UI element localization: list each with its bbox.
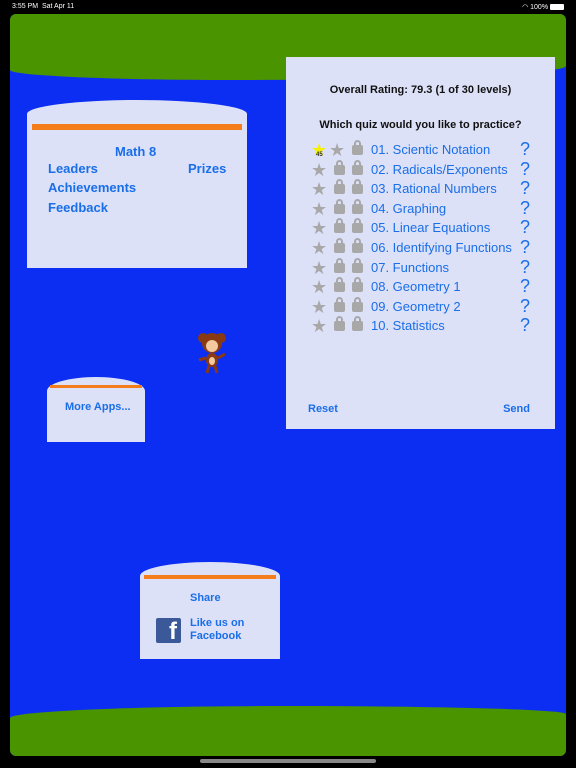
- achievements-link[interactable]: Achievements: [48, 180, 136, 195]
- lock-icon: [352, 316, 363, 332]
- help-icon[interactable]: ?: [520, 296, 530, 317]
- help-icon[interactable]: ?: [520, 198, 530, 219]
- lock-icon: [334, 198, 345, 214]
- lock-icon: [334, 218, 345, 234]
- lock-icon: [334, 296, 345, 312]
- lock-icon: [352, 277, 363, 293]
- orange-bar: [50, 385, 142, 388]
- quiz-row[interactable]: ★ 03. Rational Numbers?: [286, 178, 555, 200]
- star-icon: ★ 45: [311, 141, 327, 159]
- star-icon: ★: [311, 159, 328, 180]
- quiz-row[interactable]: ★ 06. Identifying Functions?: [286, 237, 555, 258]
- quiz-name[interactable]: 06. Identifying Functions: [371, 240, 512, 255]
- grass-bottom: [10, 706, 566, 756]
- home-indicator[interactable]: [200, 759, 376, 763]
- lock-icon: [334, 277, 345, 293]
- orange-bar: [144, 575, 276, 579]
- monkey-character: [198, 333, 226, 374]
- quiz-name[interactable]: 07. Functions: [371, 260, 449, 275]
- menu-title: Math 8: [115, 144, 157, 159]
- status-time: 3:55 PM: [12, 3, 39, 10]
- help-icon[interactable]: ?: [520, 315, 530, 336]
- lock-icon: [352, 257, 363, 273]
- lock-icon: [352, 198, 363, 214]
- star-icon: ★: [311, 198, 328, 219]
- help-icon[interactable]: ?: [520, 257, 530, 278]
- lock-icon: [334, 257, 345, 273]
- prizes-link[interactable]: Prizes: [188, 161, 226, 176]
- quiz-name[interactable]: 02. Radicals/Exponents: [371, 162, 508, 177]
- help-icon[interactable]: ?: [520, 178, 530, 199]
- share-label: Share: [190, 592, 221, 604]
- lock-icon: [334, 316, 345, 332]
- quiz-prompt: Which quiz would you like to practice?: [319, 119, 522, 131]
- quiz-row[interactable]: ★ 08. Geometry 1?: [286, 276, 555, 298]
- help-icon[interactable]: ?: [520, 139, 530, 160]
- quiz-row[interactable]: ★ 04. Graphing?: [286, 198, 555, 219]
- help-icon[interactable]: ?: [520, 237, 530, 258]
- help-icon[interactable]: ?: [520, 276, 530, 297]
- share-card: Share f Like us on Facebook: [140, 562, 280, 659]
- star-icon: ★: [329, 140, 346, 160]
- lock-icon: [352, 238, 363, 253]
- help-icon[interactable]: ?: [520, 217, 530, 238]
- quiz-row[interactable]: ★ 02. Radicals/Exponents?: [286, 159, 555, 180]
- star-icon: ★: [311, 296, 328, 317]
- battery-level: 100%: [530, 4, 549, 11]
- lock-icon: [334, 179, 345, 195]
- quiz-name[interactable]: 08. Geometry 1: [371, 279, 461, 294]
- main-menu-card: Math 8 Leaders Prizes Achievements Feedb…: [27, 100, 247, 268]
- lock-icon: [352, 179, 363, 195]
- wifi-icon: ◠: [522, 4, 529, 11]
- star-icon: ★: [311, 238, 328, 258]
- lock-icon: [334, 238, 345, 253]
- more-apps-card: More Apps...: [47, 377, 145, 442]
- lock-icon: [352, 296, 363, 312]
- leaders-link[interactable]: Leaders: [48, 161, 98, 176]
- star-icon: ★: [311, 179, 328, 200]
- quiz-row[interactable]: ★ 09. Geometry 2?: [286, 296, 555, 317]
- lock-icon: [352, 140, 363, 155]
- star-icon: ★: [311, 257, 328, 278]
- battery-icon: [550, 4, 564, 11]
- quiz-name[interactable]: 10. Statistics: [371, 318, 445, 333]
- reset-button[interactable]: Reset: [308, 403, 338, 415]
- more-apps-link[interactable]: More Apps...: [65, 401, 131, 413]
- lock-icon: [352, 218, 363, 234]
- quiz-panel: Overall Rating: 79.3 (1 of 30 levels) Wh…: [286, 57, 555, 429]
- overall-rating: Overall Rating: 79.3 (1 of 30 levels): [329, 84, 512, 96]
- quiz-name[interactable]: 01. Scientic Notation: [371, 142, 490, 157]
- orange-bar: [32, 124, 242, 130]
- status-date: Sat Apr 11: [41, 3, 75, 10]
- feedback-link[interactable]: Feedback: [48, 200, 108, 215]
- quiz-row[interactable]: ★ 07. Functions?: [286, 257, 555, 278]
- facebook-icon[interactable]: f: [156, 618, 181, 643]
- help-icon[interactable]: ?: [520, 159, 530, 180]
- facebook-link[interactable]: Like us on Facebook: [190, 617, 260, 643]
- lock-icon: [352, 159, 363, 175]
- star-icon: ★: [311, 218, 328, 239]
- lock-icon: [334, 159, 345, 175]
- quiz-row[interactable]: ★ 05. Linear Equations?: [286, 217, 555, 239]
- status-bar: 3:55 PM Sat Apr 11 ◠ 100%: [0, 0, 576, 13]
- quiz-name[interactable]: 05. Linear Equations: [371, 220, 490, 235]
- quiz-row[interactable]: ★ 45 ★ 01. Scientic Notation?: [286, 139, 555, 160]
- star-icon: ★: [311, 277, 328, 298]
- quiz-name[interactable]: 04. Graphing: [371, 201, 446, 216]
- quiz-name[interactable]: 09. Geometry 2: [371, 299, 461, 314]
- quiz-name[interactable]: 03. Rational Numbers: [371, 181, 497, 196]
- quiz-row[interactable]: ★ 10. Statistics?: [286, 315, 555, 337]
- star-icon: ★: [311, 316, 328, 337]
- send-button[interactable]: Send: [503, 403, 530, 415]
